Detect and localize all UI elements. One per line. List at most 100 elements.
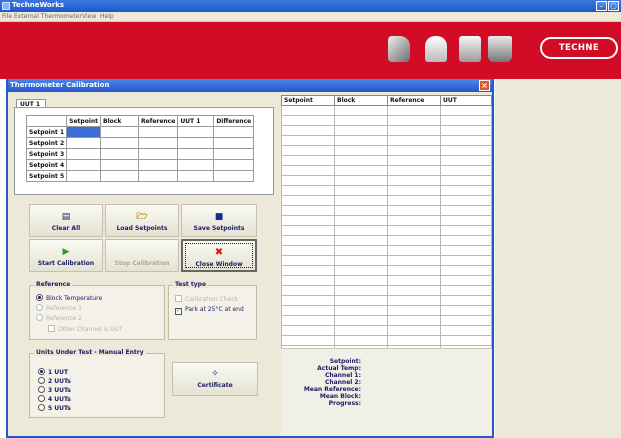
table-row: Setpoint 5 [25, 170, 255, 182]
table-cell [281, 185, 335, 196]
product-image-icon [488, 36, 512, 62]
table-cell [281, 275, 335, 286]
table-cell[interactable] [66, 159, 102, 171]
table-row [281, 155, 492, 166]
menu-file[interactable]: File [2, 13, 12, 20]
table-cell[interactable] [138, 159, 179, 171]
table-cell [440, 195, 492, 206]
row-header: Setpoint 5 [25, 170, 68, 182]
table-cell [281, 295, 335, 306]
table-cell [440, 335, 492, 346]
table-cell [334, 125, 388, 136]
table-cell[interactable] [100, 126, 140, 138]
table-header: Difference [213, 115, 255, 127]
minimize-button[interactable]: – [596, 1, 607, 11]
table-cell [387, 225, 441, 236]
table-cell [281, 155, 335, 166]
table-cell[interactable] [177, 170, 215, 182]
table-cell [440, 145, 492, 156]
table-cell[interactable] [138, 126, 179, 138]
save-setpoints-button[interactable]: ■ Save Setpoints [181, 204, 257, 237]
table-cell[interactable] [177, 148, 215, 160]
table-header-row: Setpoint Block Reference UUT 1 Differenc… [25, 115, 255, 127]
results-table: Setpoint Block Reference UUT [281, 95, 492, 356]
table-header-row: Setpoint Block Reference UUT [281, 95, 492, 106]
table-row [281, 245, 492, 256]
table-cell[interactable] [66, 137, 102, 149]
table-cell[interactable] [100, 148, 140, 160]
table-cell[interactable] [213, 126, 255, 138]
table-cell[interactable] [138, 170, 179, 182]
table-header: Block [100, 115, 140, 127]
table-cell[interactable] [177, 126, 215, 138]
table-cell[interactable] [213, 137, 255, 149]
reference-1-radio[interactable]: Reference 1 [36, 304, 82, 312]
table-cell [440, 125, 492, 136]
menu-help[interactable]: Help [100, 13, 114, 20]
table-cell [387, 255, 441, 266]
load-setpoints-button[interactable]: 🗁 Load Setpoints [105, 204, 179, 237]
certificate-button[interactable]: ✧ Certificate [172, 362, 258, 396]
park-at-25-checkbox[interactable]: ✓ Park at 25°C at end [175, 306, 244, 315]
table-header: Setpoint [281, 95, 335, 106]
table-cell [387, 325, 441, 336]
status-setpoint-label: Setpoint: [329, 358, 361, 365]
start-calibration-button[interactable]: ▶ Start Calibration [29, 239, 103, 272]
setpoint-table: Setpoint Block Reference UUT 1 Differenc… [25, 115, 255, 182]
status-channel-1-label: Channel 1: [324, 372, 361, 379]
table-cell [387, 245, 441, 256]
window-title: Thermometer Calibration [10, 81, 110, 89]
table-cell[interactable] [138, 137, 179, 149]
table-cell[interactable] [66, 148, 102, 160]
table-cell [334, 245, 388, 256]
table-cell[interactable] [213, 170, 255, 182]
table-cell[interactable] [138, 148, 179, 160]
table-cell [387, 305, 441, 316]
table-cell [387, 335, 441, 346]
menu-external-thermometer[interactable]: External Thermometer [14, 13, 82, 20]
uut-count-4-radio[interactable]: 4 UUTs [38, 395, 71, 403]
menu-view[interactable]: View [82, 13, 96, 20]
test-type-group-title: Test type [173, 281, 209, 288]
table-cell [387, 115, 441, 126]
reference-block-temperature-radio[interactable]: Block Temperature [36, 294, 102, 302]
table-cell[interactable] [177, 159, 215, 171]
uut-count-5-radio[interactable]: 5 UUTs [38, 404, 71, 412]
product-image-icon [425, 36, 447, 62]
table-cell [334, 145, 388, 156]
clear-icon: ▤ [61, 212, 71, 222]
table-cell[interactable] [213, 159, 255, 171]
table-cell [334, 165, 388, 176]
table-row [281, 195, 492, 206]
clear-all-button[interactable]: ▤ Clear All [29, 204, 103, 237]
table-cell[interactable] [100, 159, 140, 171]
other-channel-checkbox[interactable]: Other Channel is UUT [48, 325, 123, 333]
calibration-check-checkbox[interactable]: Calibration Check [175, 295, 238, 303]
uut-count-1-radio[interactable]: 1 UUT [38, 368, 68, 376]
menu-bar: File External Thermometer View Help [0, 12, 621, 22]
table-cell [281, 235, 335, 246]
table-cell [334, 135, 388, 146]
status-channel-2-label: Channel 2: [324, 379, 361, 386]
table-row [281, 135, 492, 146]
table-row: Setpoint 2 [25, 137, 255, 149]
table-cell [334, 115, 388, 126]
table-cell[interactable] [177, 137, 215, 149]
table-cell[interactable] [100, 137, 140, 149]
reference-2-radio[interactable]: Reference 2 [36, 314, 82, 322]
table-header [25, 115, 68, 127]
row-header: Setpoint 4 [25, 159, 68, 171]
table-cell [334, 215, 388, 226]
close-window-button[interactable]: ✖ Close Window [181, 239, 257, 272]
table-cell[interactable] [100, 170, 140, 182]
close-icon[interactable]: × [479, 80, 490, 91]
table-cell [281, 315, 335, 326]
uut-count-2-radio[interactable]: 2 UUTs [38, 377, 71, 385]
table-cell[interactable] [66, 170, 102, 182]
techne-logo: TECHNE [540, 37, 618, 59]
maximize-button[interactable]: ▢ [608, 1, 619, 11]
table-cell[interactable] [213, 148, 255, 160]
stop-calibration-button[interactable]: Stop Calibration [105, 239, 179, 272]
uut-count-3-radio[interactable]: 3 UUTs [38, 386, 71, 394]
table-cell[interactable] [66, 126, 102, 138]
